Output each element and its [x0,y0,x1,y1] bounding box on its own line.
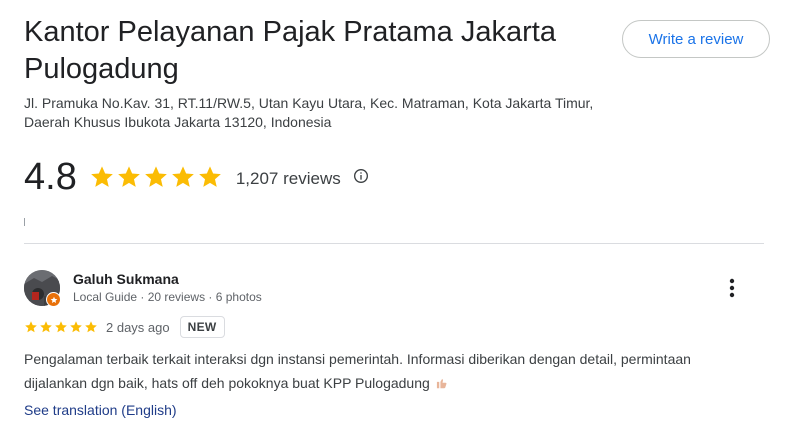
place-reviews-panel: Kantor Pelayanan Pajak Pratama Jakarta P… [0,0,791,433]
reviewer-meta: Local Guide · 20 reviews · 6 photos [73,290,262,304]
star-icon [171,166,194,187]
rating-stars [89,164,223,190]
new-badge: NEW [179,316,225,338]
section-divider [24,243,764,244]
info-icon[interactable] [353,168,369,184]
star-icon [55,321,67,333]
rating-value: 4.8 [24,156,77,198]
star-icon [117,166,140,187]
histogram-stub [24,218,25,226]
star-icon [144,166,167,187]
write-review-button[interactable]: Write a review [622,20,770,58]
review-stars [24,320,98,334]
place-title: Kantor Pelayanan Pajak Pratama Jakarta P… [24,16,556,85]
review-rating-row: 2 days ago NEW [24,316,225,338]
more-options-button[interactable] [720,276,744,300]
reviewer-name[interactable]: Galuh Sukmana [73,271,179,287]
rating-summary: 4.8 1,207 reviews [24,152,369,202]
star-icon [90,166,113,187]
star-icon [198,166,221,187]
more-vert-icon [729,278,735,298]
review-body: Pengalaman terbaik terkait interaksi dgn… [24,351,691,391]
review-time: 2 days ago [106,319,170,335]
star-icon [25,321,37,333]
star-icon [40,321,52,333]
star-icon [85,321,97,333]
review-text: Pengalaman terbaik terkait interaksi dgn… [24,347,724,395]
local-guide-badge-icon [46,292,61,307]
see-translation-link[interactable]: See translation (English) [24,402,177,418]
thumbs-up-icon [436,378,447,389]
review-count: 1,207 reviews [235,169,341,188]
star-icon [70,321,82,333]
place-address: Jl. Pramuka No.Kav. 31, RT.11/RW.5, Utan… [24,95,594,130]
